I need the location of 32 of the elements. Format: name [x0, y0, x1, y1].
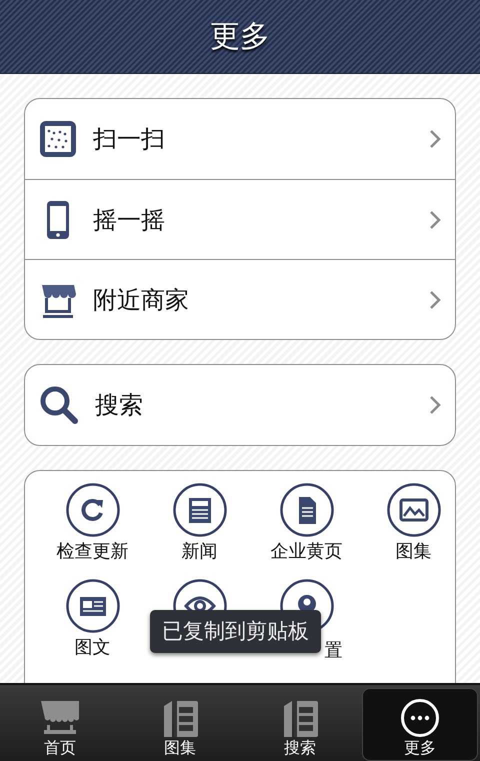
- chevron-icon: [429, 210, 441, 230]
- chevron-icon: [429, 129, 441, 149]
- article-icon[interactable]: [66, 579, 120, 633]
- menu-label: 附近商家: [93, 284, 190, 316]
- document-icon[interactable]: [280, 483, 334, 537]
- menu-label: 摇一摇: [93, 204, 166, 236]
- page-title: 更多: [210, 18, 270, 56]
- menu-row[interactable]: 附近商家: [25, 259, 455, 339]
- grid-label: 图文: [74, 637, 110, 659]
- image-icon[interactable]: [386, 483, 440, 537]
- search-icon: [39, 385, 79, 425]
- tab[interactable]: 首页: [2, 688, 118, 761]
- qr-code-icon: [39, 120, 77, 158]
- tab[interactable]: 图集: [122, 688, 238, 761]
- chevron-icon: [429, 395, 441, 415]
- grid-label: 新闻: [182, 541, 218, 563]
- grid-label: 置: [324, 640, 342, 661]
- grid-label: 检查更新: [56, 541, 128, 563]
- menu-row[interactable]: 扫一扫: [25, 99, 455, 179]
- tab[interactable]: 更多: [362, 688, 478, 761]
- grid-label: 图集: [396, 541, 432, 563]
- menu-label: 扫一扫: [93, 124, 166, 155]
- newspaper-icon[interactable]: [172, 483, 226, 537]
- menu-row[interactable]: 摇一摇: [25, 179, 455, 259]
- grid-label: 企业黄页: [270, 541, 342, 563]
- chevron-icon: [429, 290, 441, 310]
- menu-row[interactable]: 搜索: [25, 365, 455, 445]
- more-icon: [400, 698, 440, 738]
- toast: 已复制到剪贴板: [150, 610, 321, 653]
- tab[interactable]: 搜索: [242, 688, 358, 761]
- menu-label: 搜索: [95, 390, 144, 421]
- refresh-icon[interactable]: [66, 483, 120, 537]
